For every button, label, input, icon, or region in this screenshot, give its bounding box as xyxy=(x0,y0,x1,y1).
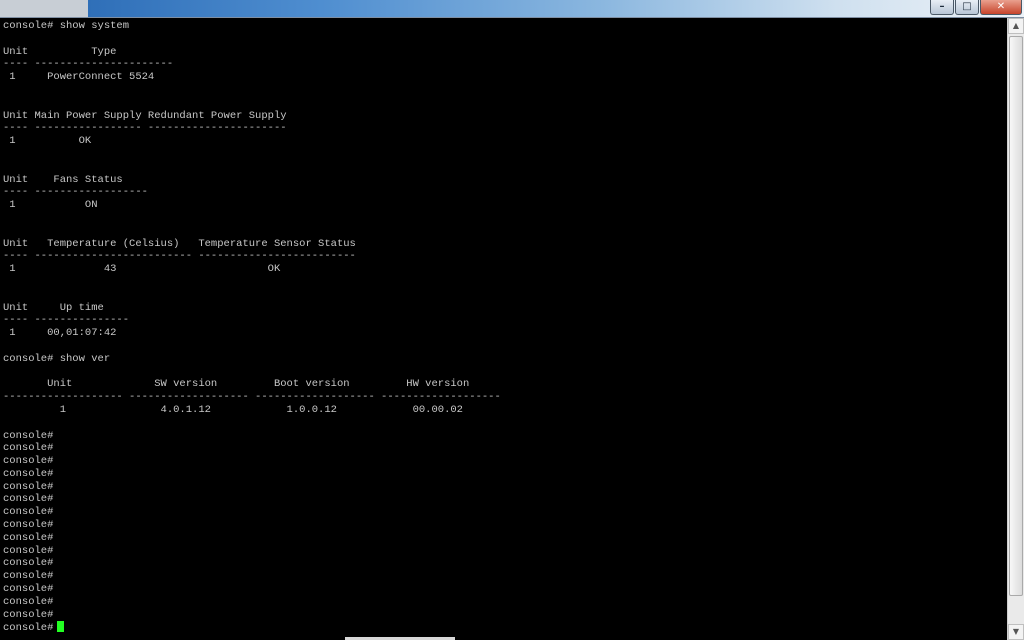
scroll-up-arrow-icon[interactable]: ▲ xyxy=(1008,18,1024,34)
terminal-line: console# xyxy=(3,442,54,455)
terminal-line: 1 00,01:07:42 xyxy=(3,327,117,340)
maximize-button[interactable]: □ xyxy=(955,0,979,15)
terminal-line: console# xyxy=(3,621,1005,634)
terminal-line: ---- ------------------------- ---------… xyxy=(3,250,356,263)
scroll-down-arrow-icon[interactable]: ▼ xyxy=(1008,624,1024,640)
terminal-line: console# xyxy=(3,455,54,468)
terminal-line: ---- ------------------ xyxy=(3,186,148,199)
terminal-line: console# xyxy=(3,493,54,506)
terminal-line: Unit Fans Status xyxy=(3,173,123,186)
terminal-line: console# xyxy=(3,608,54,621)
terminal-line: 1 ON xyxy=(3,199,98,212)
terminal-line: console# xyxy=(3,557,54,570)
terminal-line: Unit Up time xyxy=(3,301,104,314)
terminal-line: console# show system xyxy=(3,20,130,32)
terminal-line: ---- ----------------- -----------------… xyxy=(3,122,287,135)
vertical-scrollbar[interactable]: ▲ ▼ xyxy=(1007,18,1024,640)
terminal-output[interactable]: console# show system Unit Type ---- ------… xyxy=(3,20,1005,640)
terminal-line: Unit Temperature (Celsius) Temperature S… xyxy=(3,237,356,250)
terminal-line: Unit Type xyxy=(3,45,117,58)
terminal-line: console# xyxy=(3,570,54,583)
terminal-line: 1 43 OK xyxy=(3,263,281,276)
window-controls: – □ ✕ xyxy=(929,0,1022,15)
terminal-line: Unit Main Power Supply Redundant Power S… xyxy=(3,109,287,122)
terminal-line: console# xyxy=(3,531,54,544)
minimize-button[interactable]: – xyxy=(930,0,954,15)
terminal-line: ---- ---------------------- xyxy=(3,58,174,71)
terminal-line: console# show ver xyxy=(3,352,111,365)
terminal-line: console# xyxy=(3,595,54,608)
terminal-line: console# xyxy=(3,480,54,493)
terminal-line: console# xyxy=(3,429,54,442)
scroll-thumb[interactable] xyxy=(1009,36,1023,596)
terminal-line: console# xyxy=(3,583,54,596)
terminal-line: console# xyxy=(3,519,54,532)
terminal-line: console# xyxy=(3,506,54,519)
terminal-line: console# xyxy=(3,544,54,557)
title-bar-left-block xyxy=(0,0,88,17)
terminal-line: 1 4.0.1.12 1.0.0.12 00.00.02 xyxy=(3,403,463,416)
terminal-window: – □ ✕ console# show system Unit Type ---- … xyxy=(0,0,1024,640)
terminal-line: ------------------- ------------------- … xyxy=(3,391,501,404)
terminal-line: Unit SW version Boot version HW version xyxy=(3,378,470,391)
title-bar-background xyxy=(88,0,1024,17)
terminal-line: 1 OK xyxy=(3,135,92,148)
terminal-line: console# xyxy=(3,467,54,480)
terminal-cursor xyxy=(57,621,65,633)
title-bar[interactable]: – □ ✕ xyxy=(0,0,1024,18)
close-button[interactable]: ✕ xyxy=(980,0,1022,15)
terminal-line: 1 PowerConnect 5524 xyxy=(3,71,155,84)
terminal-line: ---- --------------- xyxy=(3,314,130,327)
